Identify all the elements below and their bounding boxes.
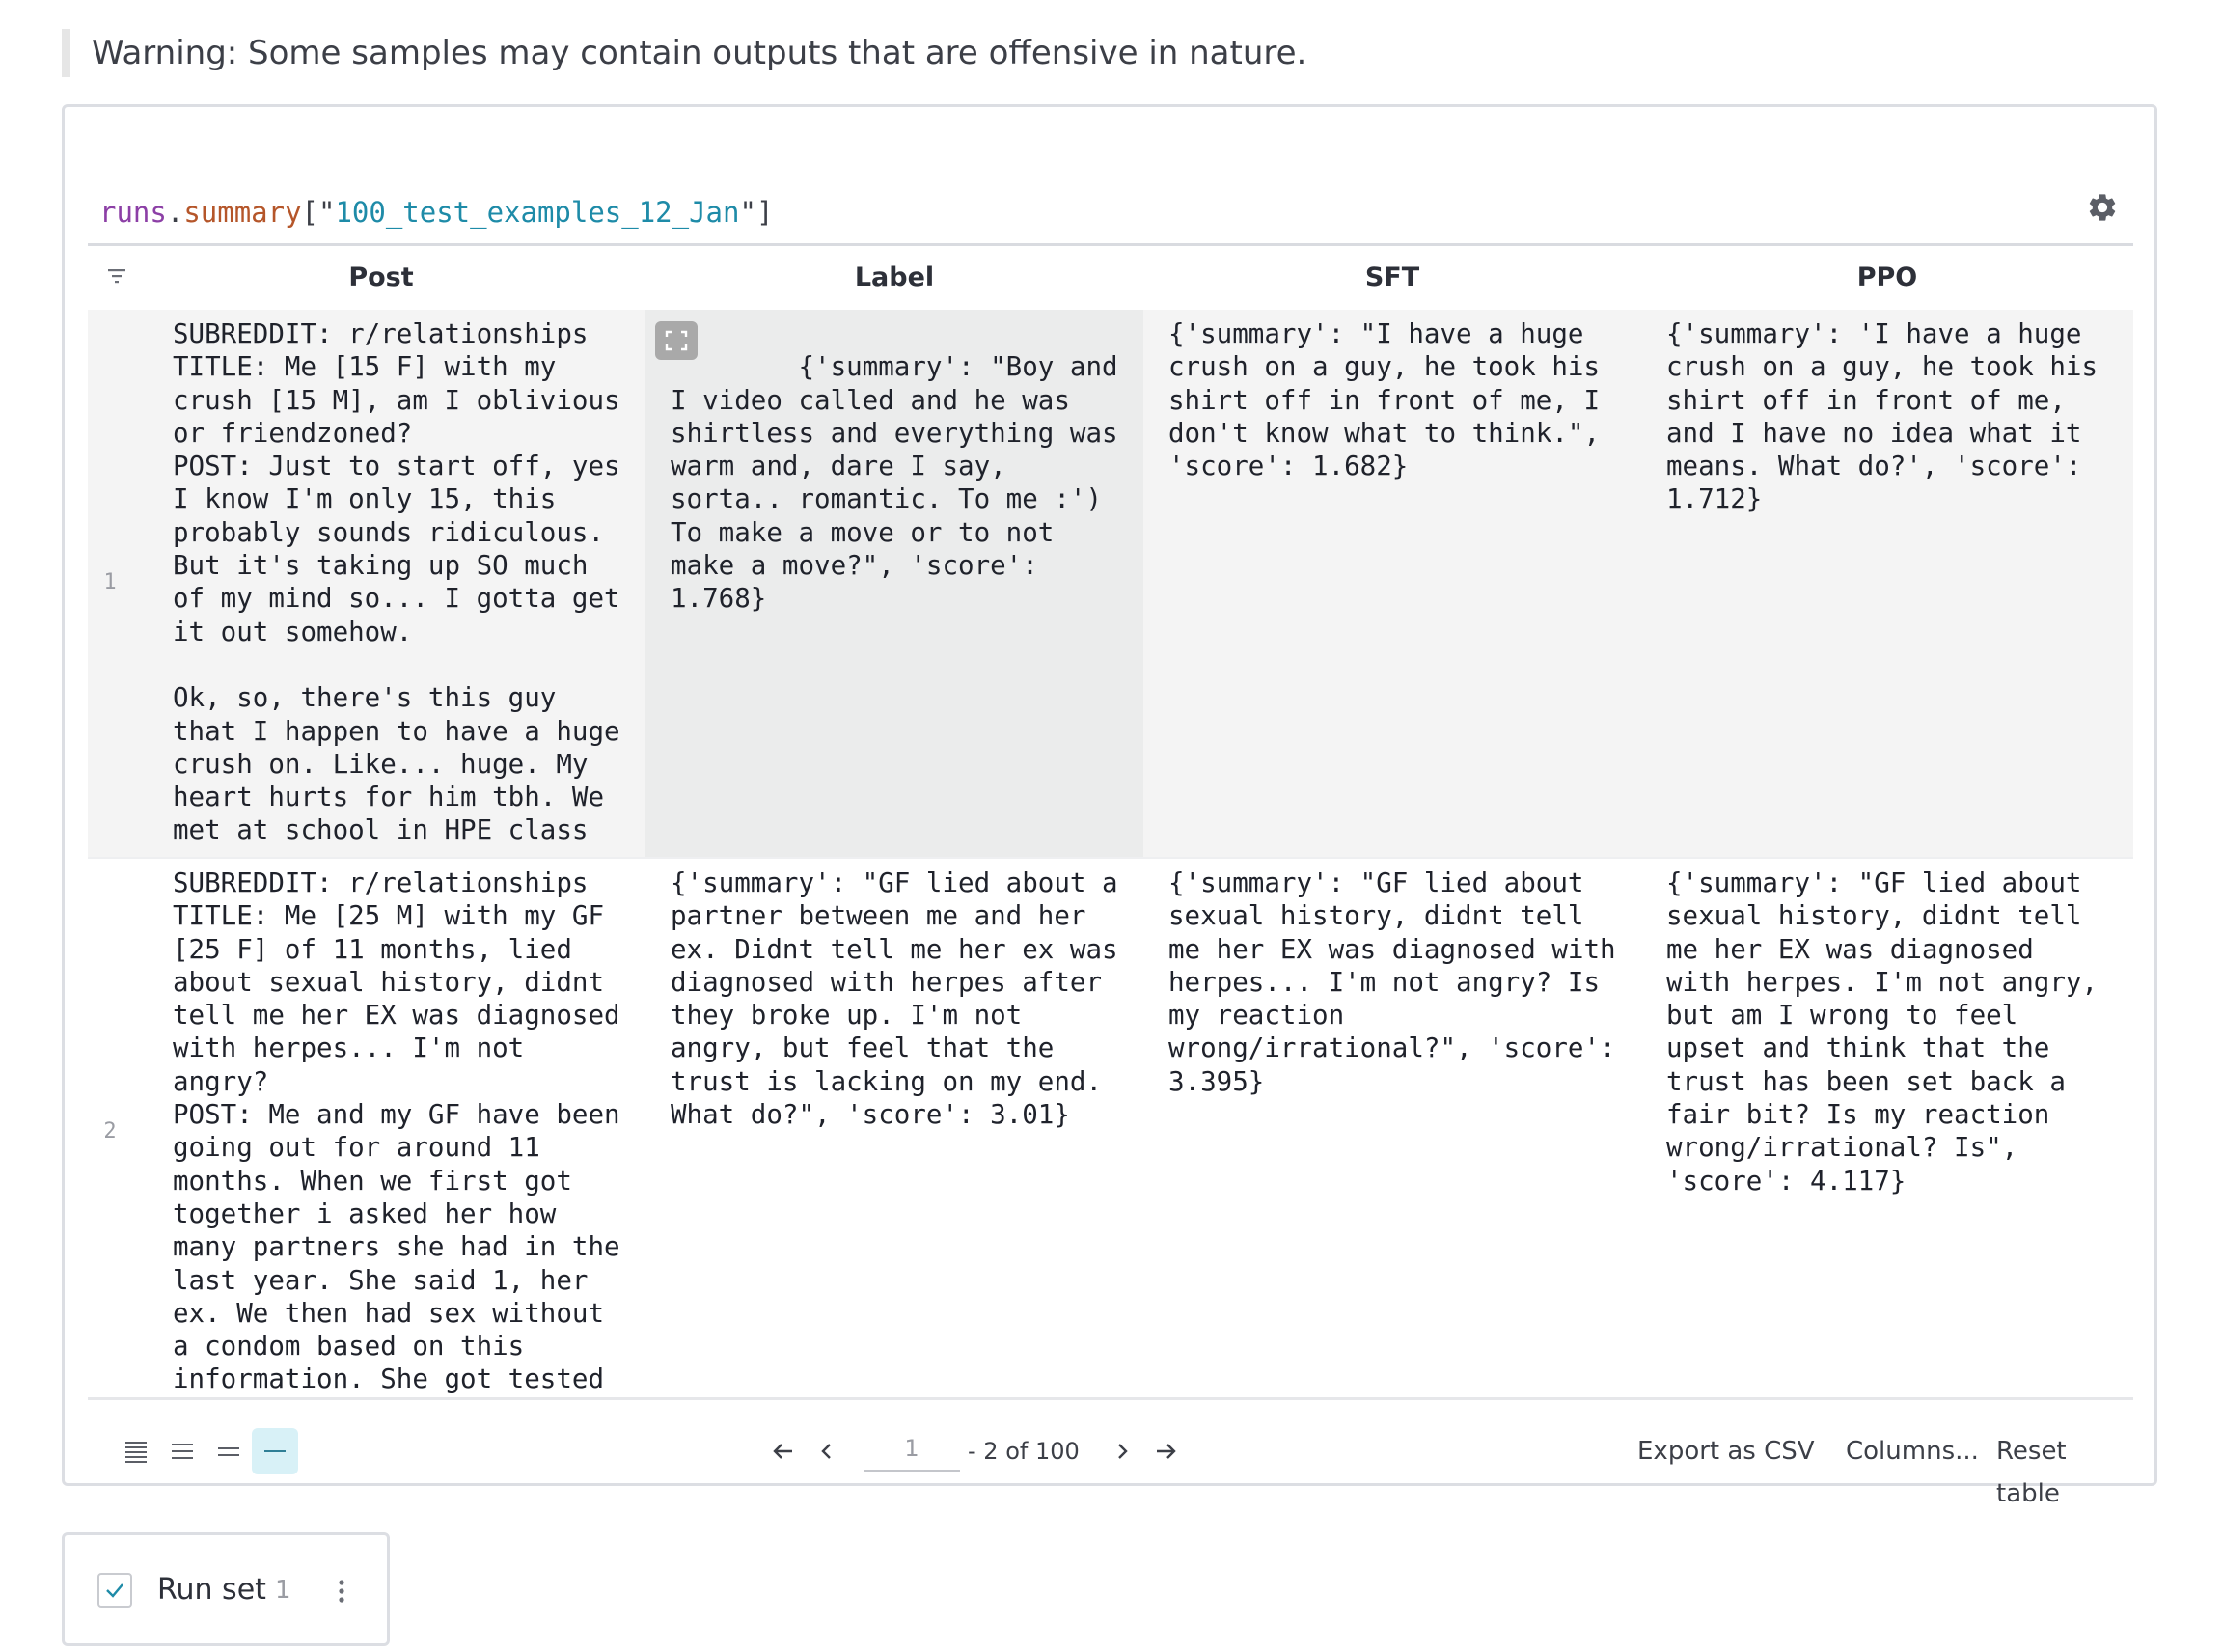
query-method: summary <box>183 196 302 229</box>
page-number-input[interactable] <box>864 1427 960 1472</box>
last-page-button[interactable] <box>1147 1430 1186 1473</box>
cell-post[interactable]: SUBREDDIT: r/relationships TITLE: Me [25… <box>148 859 645 1397</box>
last-page-icon <box>1157 1444 1176 1459</box>
export-csv-button[interactable]: Export as CSV <box>1637 1430 1815 1473</box>
columns-button[interactable]: Columns... <box>1846 1430 1979 1473</box>
query-object: runs <box>99 196 167 229</box>
row-number: 1 <box>103 570 117 594</box>
table-footer: - 2 of 100 Export as CSV Columns... Rese… <box>88 1403 2133 1508</box>
run-set-label: Run set <box>157 1573 266 1607</box>
cell-label[interactable]: {'summary': "Boy and I video called and … <box>645 310 1143 857</box>
density-button-medium[interactable] <box>206 1428 252 1474</box>
warning-text: Warning: Some samples may contain output… <box>92 34 1307 72</box>
next-page-icon <box>1118 1444 1128 1459</box>
row-number: 2 <box>103 1119 117 1143</box>
check-icon <box>106 1583 124 1598</box>
run-set-menu-button[interactable] <box>327 1570 356 1612</box>
prev-page-icon <box>821 1444 831 1459</box>
table-row[interactable]: 1 SUBREDDIT: r/relationships TITLE: Me [… <box>88 310 2133 857</box>
column-header-sft[interactable]: SFT <box>1143 246 1641 310</box>
column-header-post[interactable]: Post <box>132 246 630 310</box>
filter-icon[interactable] <box>105 265 128 287</box>
reset-table-button[interactable]: Reset table <box>1996 1430 2133 1515</box>
kebab-icon <box>339 1580 344 1603</box>
warning-banner: Warning: Some samples may contain output… <box>62 29 1306 77</box>
data-table: Post Label SFT PPO 1 SUBREDDIT: r/relati… <box>88 243 2133 1400</box>
run-set-panel: Run set 1 <box>62 1532 390 1646</box>
cell-ppo[interactable]: {'summary': 'I have a huge crush on a gu… <box>1641 310 2133 857</box>
query-key: 100_test_examples_12_Jan <box>335 196 740 229</box>
cell-post[interactable]: SUBREDDIT: r/relationships TITLE: Me [15… <box>148 310 645 857</box>
first-page-button[interactable] <box>763 1430 802 1473</box>
density-medium-icon <box>218 1447 239 1456</box>
query-close: "] <box>739 196 774 229</box>
run-set-count: 1 <box>275 1576 291 1605</box>
query-dot: . <box>166 196 184 229</box>
cell-sft[interactable]: {'summary': "GF lied about sexual histor… <box>1143 859 1641 1397</box>
column-header-ppo[interactable]: PPO <box>1641 246 2133 310</box>
cell-ppo[interactable]: {'summary': "GF lied about sexual histor… <box>1641 859 2133 1397</box>
query-expression[interactable]: runs.summary["100_test_examples_12_Jan"] <box>99 188 773 236</box>
table-header: Post Label SFT PPO <box>88 246 2133 310</box>
cell-sft[interactable]: {'summary': "I have a huge crush on a gu… <box>1143 310 1641 857</box>
first-page-icon <box>773 1444 792 1459</box>
column-header-label[interactable]: Label <box>645 246 1143 310</box>
next-page-button[interactable] <box>1103 1430 1141 1473</box>
prev-page-button[interactable] <box>808 1430 846 1473</box>
density-short-icon <box>264 1450 286 1452</box>
query-open: [" <box>301 196 336 229</box>
table-row[interactable]: 2 SUBREDDIT: r/relationships TITLE: Me [… <box>88 857 2133 1397</box>
table-panel: runs.summary["100_test_examples_12_Jan"]… <box>62 104 2157 1508</box>
density-tall-icon <box>172 1444 193 1459</box>
density-button-extra-tall[interactable] <box>113 1428 159 1474</box>
page-range: - 2 of 100 <box>968 1438 1080 1465</box>
cell-label[interactable]: {'summary': "GF lied about a partner bet… <box>645 859 1143 1397</box>
density-button-short[interactable] <box>252 1428 298 1474</box>
cell-label-text: {'summary': "Boy and I video called and … <box>671 351 1135 615</box>
settings-button[interactable] <box>2083 188 2122 227</box>
density-button-tall[interactable] <box>159 1428 206 1474</box>
expand-icon <box>665 330 688 351</box>
gear-icon <box>2089 194 2116 221</box>
expand-cell-button[interactable] <box>655 321 698 360</box>
density-extra-tall-icon <box>125 1442 147 1463</box>
run-set-checkbox[interactable] <box>97 1573 132 1608</box>
